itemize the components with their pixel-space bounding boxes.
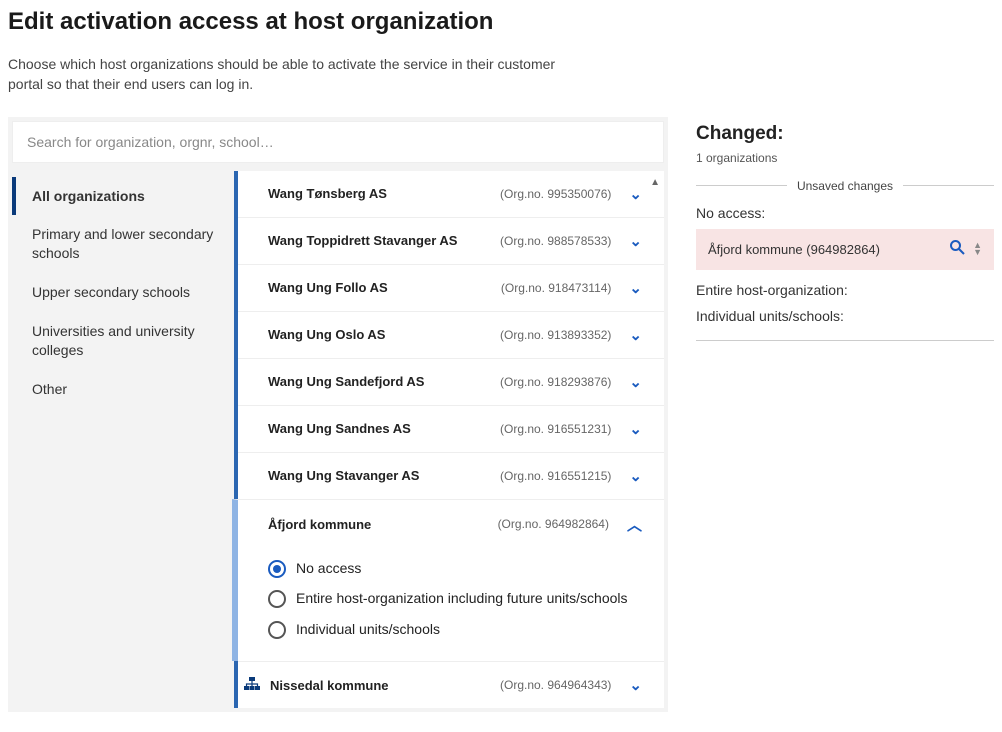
- org-name: Nissedal kommune: [270, 678, 440, 693]
- radio-entire-host[interactable]: Entire host-organization including futur…: [268, 583, 642, 614]
- chevron-up-icon[interactable]: ︿: [627, 514, 642, 535]
- org-number: (Org.no. 988578533): [500, 234, 611, 248]
- org-name: Wang Tønsberg AS: [268, 186, 458, 201]
- org-row[interactable]: Wang Ung Oslo AS (Org.no. 913893352) ⌄: [238, 311, 664, 358]
- chevron-down-icon[interactable]: ⌄: [629, 326, 642, 344]
- radio-label: Entire host-organization including futur…: [296, 589, 628, 608]
- divider-line: [903, 185, 994, 186]
- filter-universities[interactable]: Universities and university colleges: [12, 312, 234, 370]
- radio-label: Individual units/schools: [296, 620, 440, 639]
- chip-actions: ▲▼: [949, 239, 982, 260]
- search-wrap: [12, 121, 664, 163]
- unsaved-divider: Unsaved changes: [696, 179, 994, 193]
- org-name: Wang Ung Follo AS: [268, 280, 458, 295]
- radio-icon: [268, 621, 286, 639]
- radio-no-access[interactable]: No access: [268, 553, 642, 584]
- search-input[interactable]: [13, 122, 663, 162]
- org-number: (Org.no. 918293876): [500, 375, 611, 389]
- org-row-header[interactable]: Åfjord kommune (Org.no. 964982864) ︿: [238, 500, 664, 549]
- chevron-down-icon[interactable]: ⌄: [629, 467, 642, 485]
- org-row[interactable]: Wang Ung Stavanger AS (Org.no. 916551215…: [238, 452, 664, 499]
- org-number: (Org.no. 964982864): [498, 517, 609, 531]
- right-panel: Changed: 1 organizations Unsaved changes…: [696, 117, 994, 713]
- changed-org-chip[interactable]: Åfjord kommune (964982864) ▲▼: [696, 229, 994, 270]
- filter-upper-secondary[interactable]: Upper secondary schools: [12, 273, 234, 312]
- org-row[interactable]: Wang Ung Follo AS (Org.no. 918473114) ⌄: [238, 264, 664, 311]
- org-name: Wang Ung Sandefjord AS: [268, 374, 458, 389]
- org-row-expanded: Åfjord kommune (Org.no. 964982864) ︿ No …: [232, 499, 664, 662]
- org-name: Wang Ung Oslo AS: [268, 327, 458, 342]
- unsaved-label: Unsaved changes: [797, 179, 893, 193]
- access-radio-group: No access Entire host-organization inclu…: [238, 549, 664, 662]
- filter-all-organizations[interactable]: All organizations: [12, 177, 234, 216]
- organization-pane: ▲ Wang Tønsberg AS (Org.no. 995350076) ⌄…: [234, 171, 664, 709]
- org-number: (Org.no. 916551215): [500, 469, 611, 483]
- org-number: (Org.no. 913893352): [500, 328, 611, 342]
- divider-line: [696, 185, 787, 186]
- intro-text: Choose which host organizations should b…: [8, 54, 568, 95]
- org-number: (Org.no. 964964343): [500, 678, 611, 692]
- left-panel: All organizations Primary and lower seco…: [8, 117, 668, 713]
- chevron-down-icon[interactable]: ⌄: [629, 279, 642, 297]
- stepper-icon[interactable]: ▲▼: [973, 242, 982, 256]
- org-name: Wang Ung Sandnes AS: [268, 421, 458, 436]
- org-name: Åfjord kommune: [268, 517, 458, 532]
- org-number: (Org.no. 995350076): [500, 187, 611, 201]
- radio-icon: [268, 560, 286, 578]
- filter-primary-lower[interactable]: Primary and lower secondary schools: [12, 215, 234, 273]
- filter-other[interactable]: Other: [12, 370, 234, 409]
- chevron-down-icon[interactable]: ⌄: [629, 185, 642, 203]
- org-row[interactable]: Wang Toppidrett Stavanger AS (Org.no. 98…: [238, 217, 664, 264]
- org-row[interactable]: Wang Ung Sandnes AS (Org.no. 916551231) …: [238, 405, 664, 452]
- chevron-down-icon[interactable]: ⌄: [629, 232, 642, 250]
- radio-icon: [268, 590, 286, 608]
- changed-title: Changed:: [696, 123, 994, 145]
- org-row[interactable]: Nissedal kommune (Org.no. 964964343) ⌄: [238, 661, 664, 708]
- filter-list: All organizations Primary and lower seco…: [12, 171, 234, 709]
- chip-text: Åfjord kommune (964982864): [708, 242, 949, 257]
- individual-units-label: Individual units/schools:: [696, 308, 994, 324]
- page-title: Edit activation access at host organizat…: [8, 8, 994, 36]
- no-access-label: No access:: [696, 205, 994, 221]
- org-row[interactable]: Wang Tønsberg AS (Org.no. 995350076) ⌄: [238, 171, 664, 217]
- org-number: (Org.no. 918473114): [501, 281, 612, 295]
- entire-host-label: Entire host-organization:: [696, 282, 994, 298]
- main-layout: All organizations Primary and lower seco…: [8, 117, 994, 713]
- changed-count: 1 organizations: [696, 151, 994, 165]
- org-number: (Org.no. 916551231): [500, 422, 611, 436]
- org-name: Wang Toppidrett Stavanger AS: [268, 233, 458, 248]
- magnifier-icon[interactable]: [949, 239, 965, 260]
- columns: All organizations Primary and lower seco…: [12, 171, 664, 709]
- radio-individual-units[interactable]: Individual units/schools: [268, 614, 642, 645]
- org-name: Wang Ung Stavanger AS: [268, 468, 458, 483]
- chevron-down-icon[interactable]: ⌄: [629, 420, 642, 438]
- divider-line: [696, 340, 994, 341]
- org-row[interactable]: Wang Ung Sandefjord AS (Org.no. 91829387…: [238, 358, 664, 405]
- radio-label: No access: [296, 559, 361, 578]
- org-tree-icon: [244, 677, 260, 694]
- chevron-down-icon[interactable]: ⌄: [629, 373, 642, 391]
- chevron-down-icon[interactable]: ⌄: [629, 676, 642, 694]
